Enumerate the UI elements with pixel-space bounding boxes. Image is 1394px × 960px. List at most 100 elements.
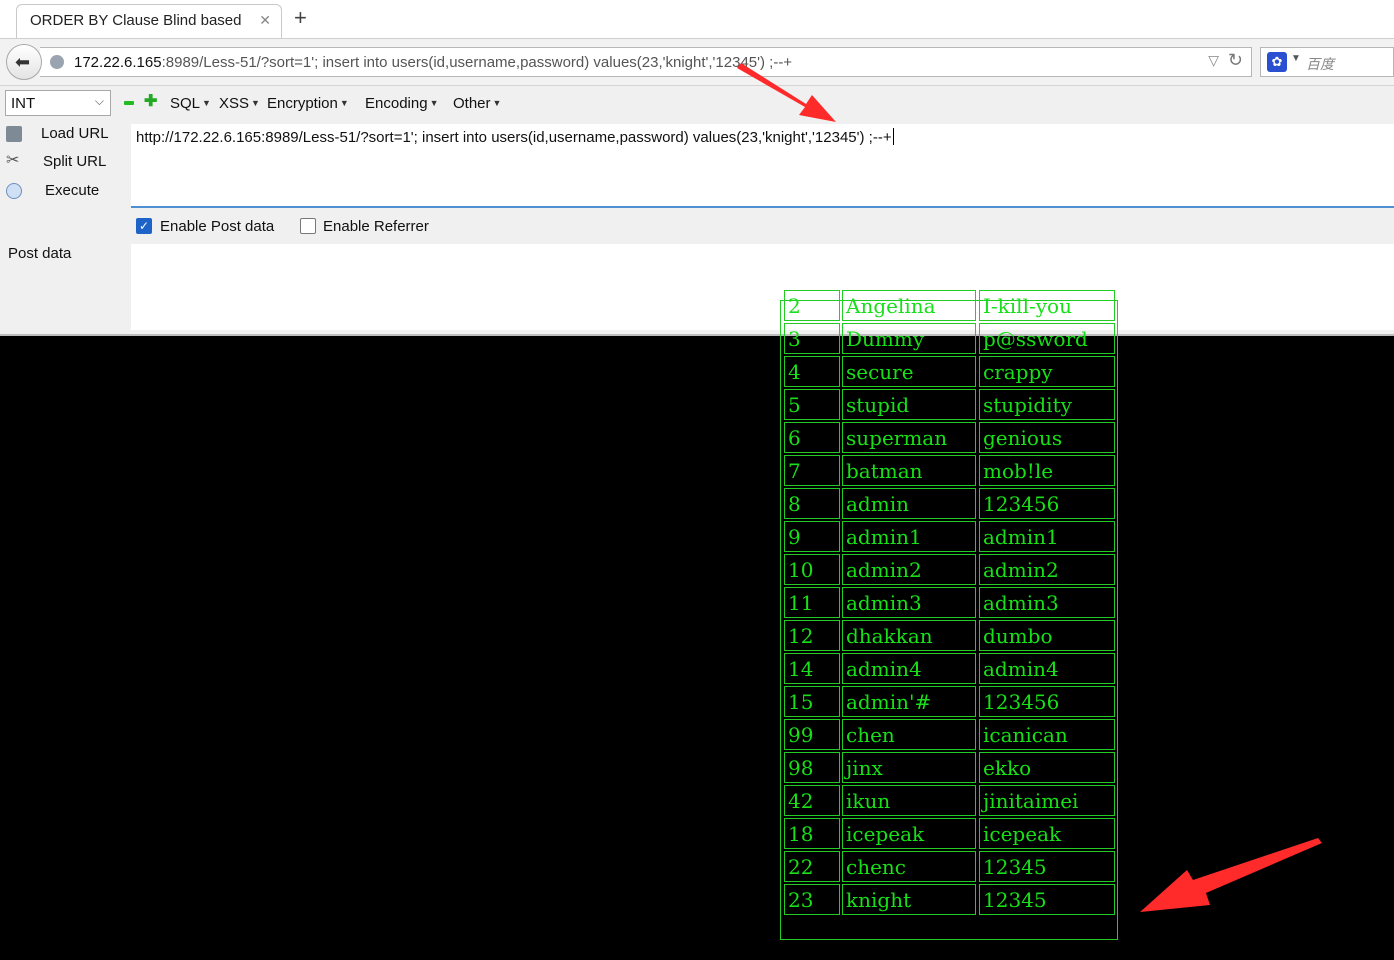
type-select[interactable]: INT ⌵	[5, 90, 111, 116]
cell-id: 15	[784, 686, 840, 717]
cell-id: 99	[784, 719, 840, 750]
address-host: 172.22.6.165	[74, 54, 162, 71]
execute-button[interactable]: Execute	[0, 179, 126, 205]
cell-password: 123456	[979, 488, 1115, 519]
cell-username: admin3	[842, 587, 976, 618]
cell-username: superman	[842, 422, 976, 453]
menu-other[interactable]: Other ▼	[453, 95, 501, 112]
tab-strip: ORDER BY Clause Blind based ✕ +	[0, 0, 1394, 39]
load-url-button[interactable]: Load URL	[0, 122, 126, 148]
cell-password: jinitaimei	[979, 785, 1115, 816]
navigation-bar: 172.22.6.165:8989/Less-51/?sort=1'; inse…	[0, 39, 1394, 86]
tab-title: ORDER BY Clause Blind based	[30, 12, 242, 29]
cell-password: 12345	[979, 851, 1115, 882]
cell-password: icepeak	[979, 818, 1115, 849]
cell-username: chen	[842, 719, 976, 750]
cell-username: Dummy	[842, 323, 976, 354]
execute-label: Execute	[45, 182, 100, 199]
menu-encoding[interactable]: Encoding ▼	[365, 95, 438, 112]
cell-password: genious	[979, 422, 1115, 453]
decrease-icon[interactable]	[124, 101, 134, 105]
type-select-value: INT	[11, 95, 36, 112]
cell-username: admin4	[842, 653, 976, 684]
cell-id: 5	[784, 389, 840, 420]
cell-id: 11	[784, 587, 840, 618]
back-button[interactable]: ⬅	[6, 44, 42, 80]
cell-password: icanican	[979, 719, 1115, 750]
cell-username: stupid	[842, 389, 976, 420]
cell-id: 4	[784, 356, 840, 387]
cell-password: I-kill-you	[979, 290, 1115, 321]
cell-username: icepeak	[842, 818, 976, 849]
cell-id: 98	[784, 752, 840, 783]
url-textarea-value: http://172.22.6.165:8989/Less-51/?sort=1…	[136, 129, 892, 146]
globe-icon	[50, 55, 64, 69]
menu-encryption[interactable]: Encryption ▼	[267, 95, 349, 112]
cell-password: admin3	[979, 587, 1115, 618]
cell-password: p@ssword	[979, 323, 1115, 354]
search-placeholder: 百度	[1306, 56, 1334, 72]
menu-encryption-label: Encryption	[267, 95, 338, 112]
baidu-paw-icon[interactable]: ✿	[1267, 52, 1287, 72]
search-engine-dropdown-icon[interactable]: ▼	[1291, 53, 1301, 64]
hackbar-panel: INT ⌵ ✚ SQL ▼ XSS ▼ Encryption ▼ Encoding ▼ …	[0, 86, 1394, 336]
cell-id: 12	[784, 620, 840, 651]
cell-id: 14	[784, 653, 840, 684]
chevron-down-icon: ⌵	[94, 94, 104, 108]
cell-username: admin2	[842, 554, 976, 585]
play-icon	[6, 183, 22, 199]
annotation-arrow-bottom	[1140, 838, 1322, 912]
url-textarea-text: http://172.22.6.165:8989/Less-51/?sort=1…	[136, 128, 894, 146]
menu-xss-label: XSS	[219, 95, 250, 112]
cell-password: 12345	[979, 884, 1115, 915]
search-bar[interactable]: ✿ ▼ 百度	[1260, 47, 1394, 77]
cell-username: ikun	[842, 785, 976, 816]
enable-post-checkbox[interactable]: ✓	[136, 218, 152, 234]
cell-password: ekko	[979, 752, 1115, 783]
menu-encoding-label: Encoding	[365, 95, 428, 112]
menu-xss[interactable]: XSS ▼	[219, 95, 260, 112]
address-text[interactable]: 172.22.6.165:8989/Less-51/?sort=1'; inse…	[74, 54, 792, 71]
back-arrow-icon: ⬅	[15, 52, 31, 72]
cell-password: admin2	[979, 554, 1115, 585]
cell-password: admin1	[979, 521, 1115, 552]
browser-tab[interactable]: ORDER BY Clause Blind based ✕	[16, 4, 282, 38]
cell-username: batman	[842, 455, 976, 486]
cell-id: 42	[784, 785, 840, 816]
cell-username: jinx	[842, 752, 976, 783]
users-table: 2 Angelina I-kill-you 3 Dummy p@ssword 4 secure…	[780, 290, 1118, 940]
cell-username: admin'#	[842, 686, 976, 717]
cell-username: admin	[842, 488, 976, 519]
cell-username: chenc	[842, 851, 976, 882]
load-url-icon	[6, 126, 22, 142]
cell-id: 7	[784, 455, 840, 486]
address-path: :8989/Less-51/?sort=1'; insert into user…	[161, 54, 793, 71]
cell-id: 22	[784, 851, 840, 882]
enable-post-label[interactable]: Enable Post data	[160, 218, 274, 235]
url-textarea[interactable]: http://172.22.6.165:8989/Less-51/?sort=1…	[131, 124, 1394, 208]
cell-password: stupidity	[979, 389, 1115, 420]
split-url-button[interactable]: ✂ Split URL	[0, 150, 126, 176]
new-tab-icon[interactable]: +	[294, 6, 307, 30]
cell-password: admin4	[979, 653, 1115, 684]
cell-username: dhakkan	[842, 620, 976, 651]
cell-username: admin1	[842, 521, 976, 552]
increase-icon[interactable]: ✚	[144, 94, 157, 110]
enable-referrer-label[interactable]: Enable Referrer	[323, 218, 429, 235]
cell-id: 23	[784, 884, 840, 915]
menu-sql[interactable]: SQL ▼	[170, 95, 211, 112]
enable-referrer-checkbox[interactable]	[300, 218, 316, 234]
cell-password: dumbo	[979, 620, 1115, 651]
menu-sql-label: SQL	[170, 95, 201, 112]
history-dropdown-icon[interactable]: ▽	[1208, 52, 1219, 69]
cell-username: secure	[842, 356, 976, 387]
reload-icon[interactable]: ↻	[1228, 50, 1243, 71]
cell-password: 123456	[979, 686, 1115, 717]
post-data-textarea[interactable]	[131, 244, 1394, 330]
cell-id: 3	[784, 323, 840, 354]
tab-close-icon[interactable]: ✕	[259, 12, 271, 29]
address-bar[interactable]: 172.22.6.165:8989/Less-51/?sort=1'; inse…	[40, 47, 1252, 77]
cell-id: 6	[784, 422, 840, 453]
menu-other-label: Other	[453, 95, 491, 112]
split-url-label: Split URL	[43, 153, 107, 170]
